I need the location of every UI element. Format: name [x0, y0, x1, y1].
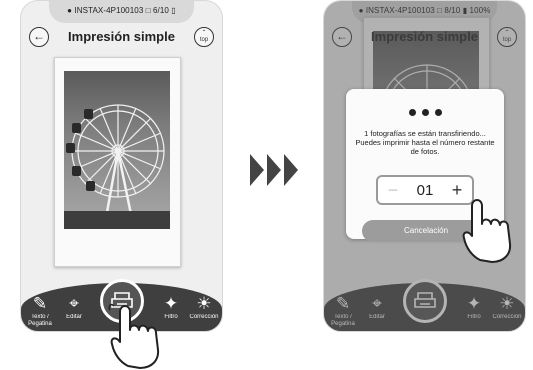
text-sticker-tool[interactable]: ✎ Texto / Pegatina — [23, 294, 57, 328]
arrow-right-icon — [250, 154, 298, 186]
brightness-icon: ☀ — [196, 294, 212, 313]
crop-icon: ⌖ — [69, 294, 79, 313]
text-sticker-label: Texto / Pegatina — [28, 314, 52, 327]
correction-tool[interactable]: ☀ Corrección — [187, 294, 221, 328]
device-name: INSTAX-4P100103 — [74, 6, 144, 15]
correction-label: Corrección — [189, 314, 219, 320]
ferris-wheel-photo — [64, 71, 170, 229]
edit-tool[interactable]: ⌖ Editar — [57, 294, 91, 328]
copies-count: 01 — [416, 182, 434, 199]
back-button[interactable]: ← — [29, 27, 49, 47]
loading-dot — [434, 109, 442, 116]
phone-screen-1: ● INSTAX-4P100103 □ 6/10 ▯ ← Impresión s… — [20, 0, 223, 332]
film-icon: □ — [145, 6, 151, 15]
decrement-button[interactable]: − — [382, 179, 404, 201]
phone-screen-2: ● INSTAX-4P100103 □ 8/10 ▮ 100% ← Impres… — [323, 0, 526, 332]
edit-label: Editar — [66, 314, 82, 320]
bluetooth-icon: ● — [67, 6, 73, 15]
photo-count: 6/10 — [152, 6, 169, 15]
transfer-message: 1 fotografías se están transfiriendo... … — [355, 129, 495, 156]
top-button[interactable]: ⌃ top — [194, 27, 214, 47]
page-title: Impresión simple — [68, 29, 175, 44]
loading-indicator — [346, 103, 504, 121]
text-sticker-icon: ✎ — [32, 294, 48, 313]
top-label: top — [199, 37, 209, 43]
instax-print-preview — [54, 57, 181, 267]
status-text: ● INSTAX-4P100103 □ 6/10 ▯ — [21, 6, 222, 15]
hand-pointer-icon — [108, 300, 160, 369]
loading-dot — [421, 109, 429, 116]
status-bar: ● INSTAX-4P100103 □ 6/10 ▯ — [21, 1, 222, 23]
header: ← Impresión simple ⌃ top — [21, 25, 222, 51]
battery-icon: ▯ — [171, 6, 176, 15]
hand-pointer-icon — [462, 199, 512, 263]
copies-stepper: − 01 + — [376, 175, 474, 205]
loading-dot — [408, 109, 416, 116]
